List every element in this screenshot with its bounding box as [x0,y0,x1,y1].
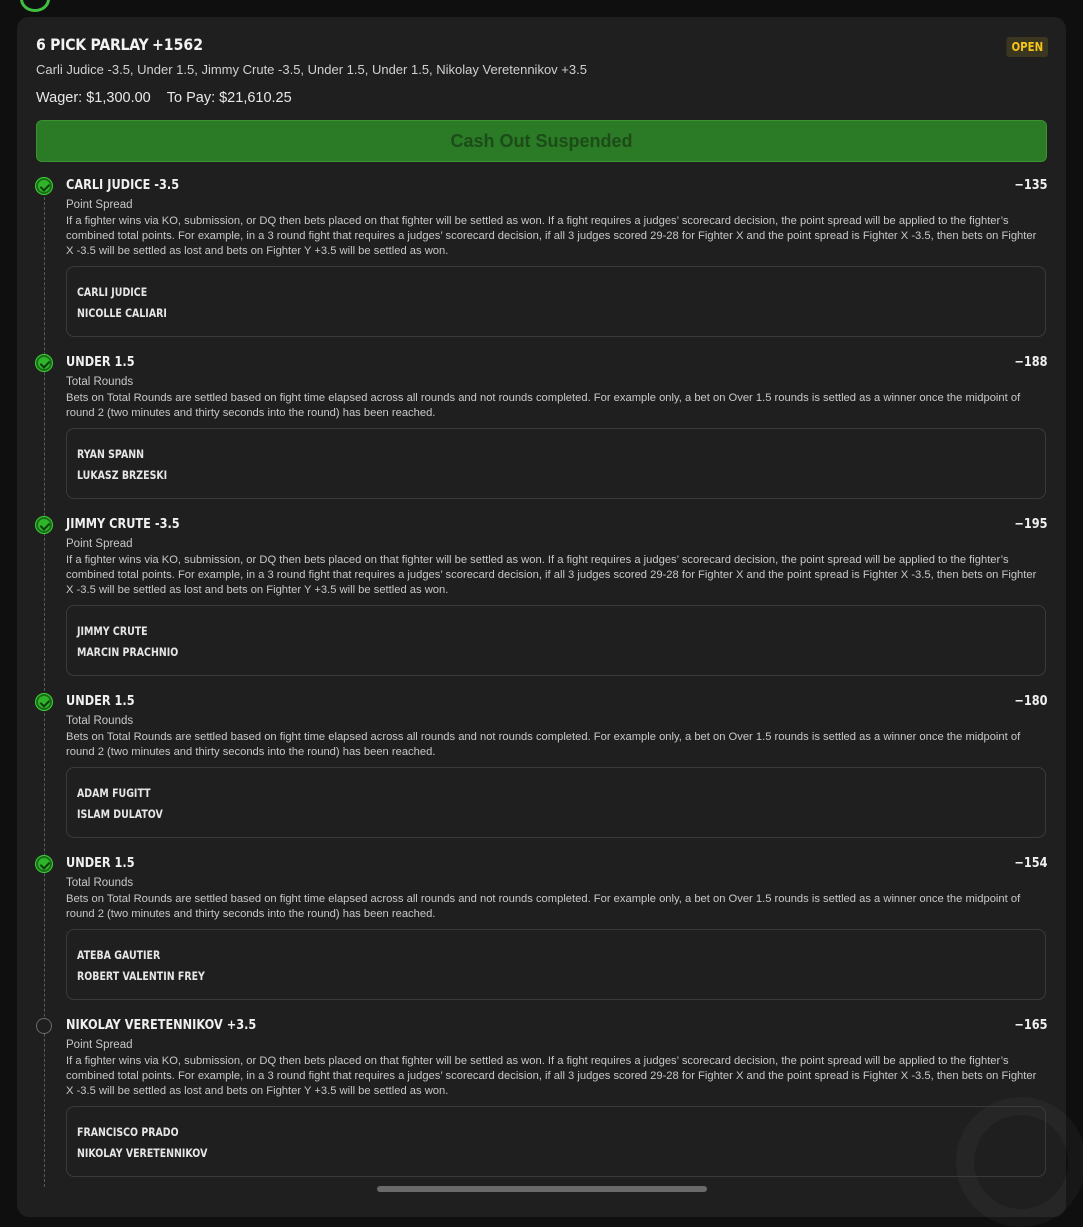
leg-odds: −165 [1013,1017,1047,1033]
fighter-name: ROBERT VALENTIN FREY [77,969,205,983]
leg-title: NIKOLAY VERETENNIKOV +3.5 [66,1017,257,1033]
leg-status-icon [36,1018,52,1034]
to-pay-amount: To Pay: $21,610.25 [166,90,292,106]
fighter-name: JIMMY CRUTE [77,624,148,638]
bet-title: 6 PICK PARLAY [36,35,149,54]
money-row: Wager: $1,300.00 To Pay: $21,610.25 [36,90,1048,106]
leg-description: If a fighter wins via KO, submission, or… [66,1055,1037,1097]
leg-odds: −154 [1013,855,1047,871]
matchup-card[interactable]: ATEBA GAUTIER ROBERT VALENTIN FREY [66,929,1046,1000]
fighter-name: RYAN SPANN [77,447,145,461]
matchup-card[interactable]: CARLI JUDICE NICOLLE CALIARI [66,266,1046,337]
leg-description: Bets on Total Rounds are settled based o… [66,392,1021,419]
fighter-name: ISLAM DULATOV [77,807,163,821]
app-logo-icon [20,0,50,12]
leg-status-icon [36,517,52,533]
leg-status-icon [36,355,52,371]
leg-status-icon [36,178,52,194]
leg-description: If a fighter wins via KO, submission, or… [66,215,1037,257]
leg-odds: −180 [1013,693,1047,709]
leg-timeline [44,187,45,1187]
fighter-name: NICOLLE CALIARI [77,306,167,320]
leg-title: UNDER 1.5 [66,693,135,709]
leg-market: Point Spread [66,1039,133,1051]
fighter-name: ADAM FUGITT [77,786,151,800]
matchup-card[interactable]: FRANCISCO PRADO NIKOLAY VERETENNIKOV [66,1106,1046,1177]
leg-status-icon [36,694,52,710]
fighter-name: FRANCISCO PRADO [77,1125,179,1139]
bet-odds: +1562 [151,35,203,54]
bet-summary: Carli Judice -3.5, Under 1.5, Jimmy Crut… [36,62,587,77]
bet-card: 6 PICK PARLAY +1562 OPEN Carli Judice -3… [17,17,1066,1217]
leg-odds: −135 [1013,177,1047,193]
leg-odds: −195 [1013,516,1047,532]
leg-market: Point Spread [66,538,133,550]
leg-description: Bets on Total Rounds are settled based o… [66,731,1021,758]
bet-header: 6 PICK PARLAY +1562 OPEN Carli Judice -3… [36,35,1048,106]
leg-market: Total Rounds [66,877,134,889]
matchup-card[interactable]: ADAM FUGITT ISLAM DULATOV [66,767,1046,838]
leg-title: CARLI JUDICE -3.5 [66,177,180,193]
matchup-card[interactable]: JIMMY CRUTE MARCIN PRACHNIO [66,605,1046,676]
fighter-name: LUKASZ BRZESKI [77,468,168,482]
leg-title: UNDER 1.5 [66,855,135,871]
top-strip [0,0,1083,12]
matchup-card[interactable]: RYAN SPANN LUKASZ BRZESKI [66,428,1046,499]
wager-amount: Wager: $1,300.00 [36,90,151,106]
leg-title: JIMMY CRUTE -3.5 [66,516,180,532]
leg-market: Point Spread [66,199,133,211]
leg-odds: −188 [1013,354,1047,370]
leg-market: Total Rounds [66,376,134,388]
leg-title: UNDER 1.5 [66,354,135,370]
scrollbar[interactable] [377,1186,707,1192]
fighter-name: CARLI JUDICE [77,285,148,299]
leg-market: Total Rounds [66,715,134,727]
leg-description: If a fighter wins via KO, submission, or… [66,554,1037,596]
cash-out-button[interactable]: Cash Out Suspended [36,120,1047,162]
fighter-name: NIKOLAY VERETENNIKOV [77,1146,208,1160]
leg-status-icon [36,856,52,872]
fighter-name: ATEBA GAUTIER [77,948,161,962]
leg-description: Bets on Total Rounds are settled based o… [66,893,1021,920]
status-badge: OPEN [1006,37,1048,57]
fighter-name: MARCIN PRACHNIO [77,645,179,659]
